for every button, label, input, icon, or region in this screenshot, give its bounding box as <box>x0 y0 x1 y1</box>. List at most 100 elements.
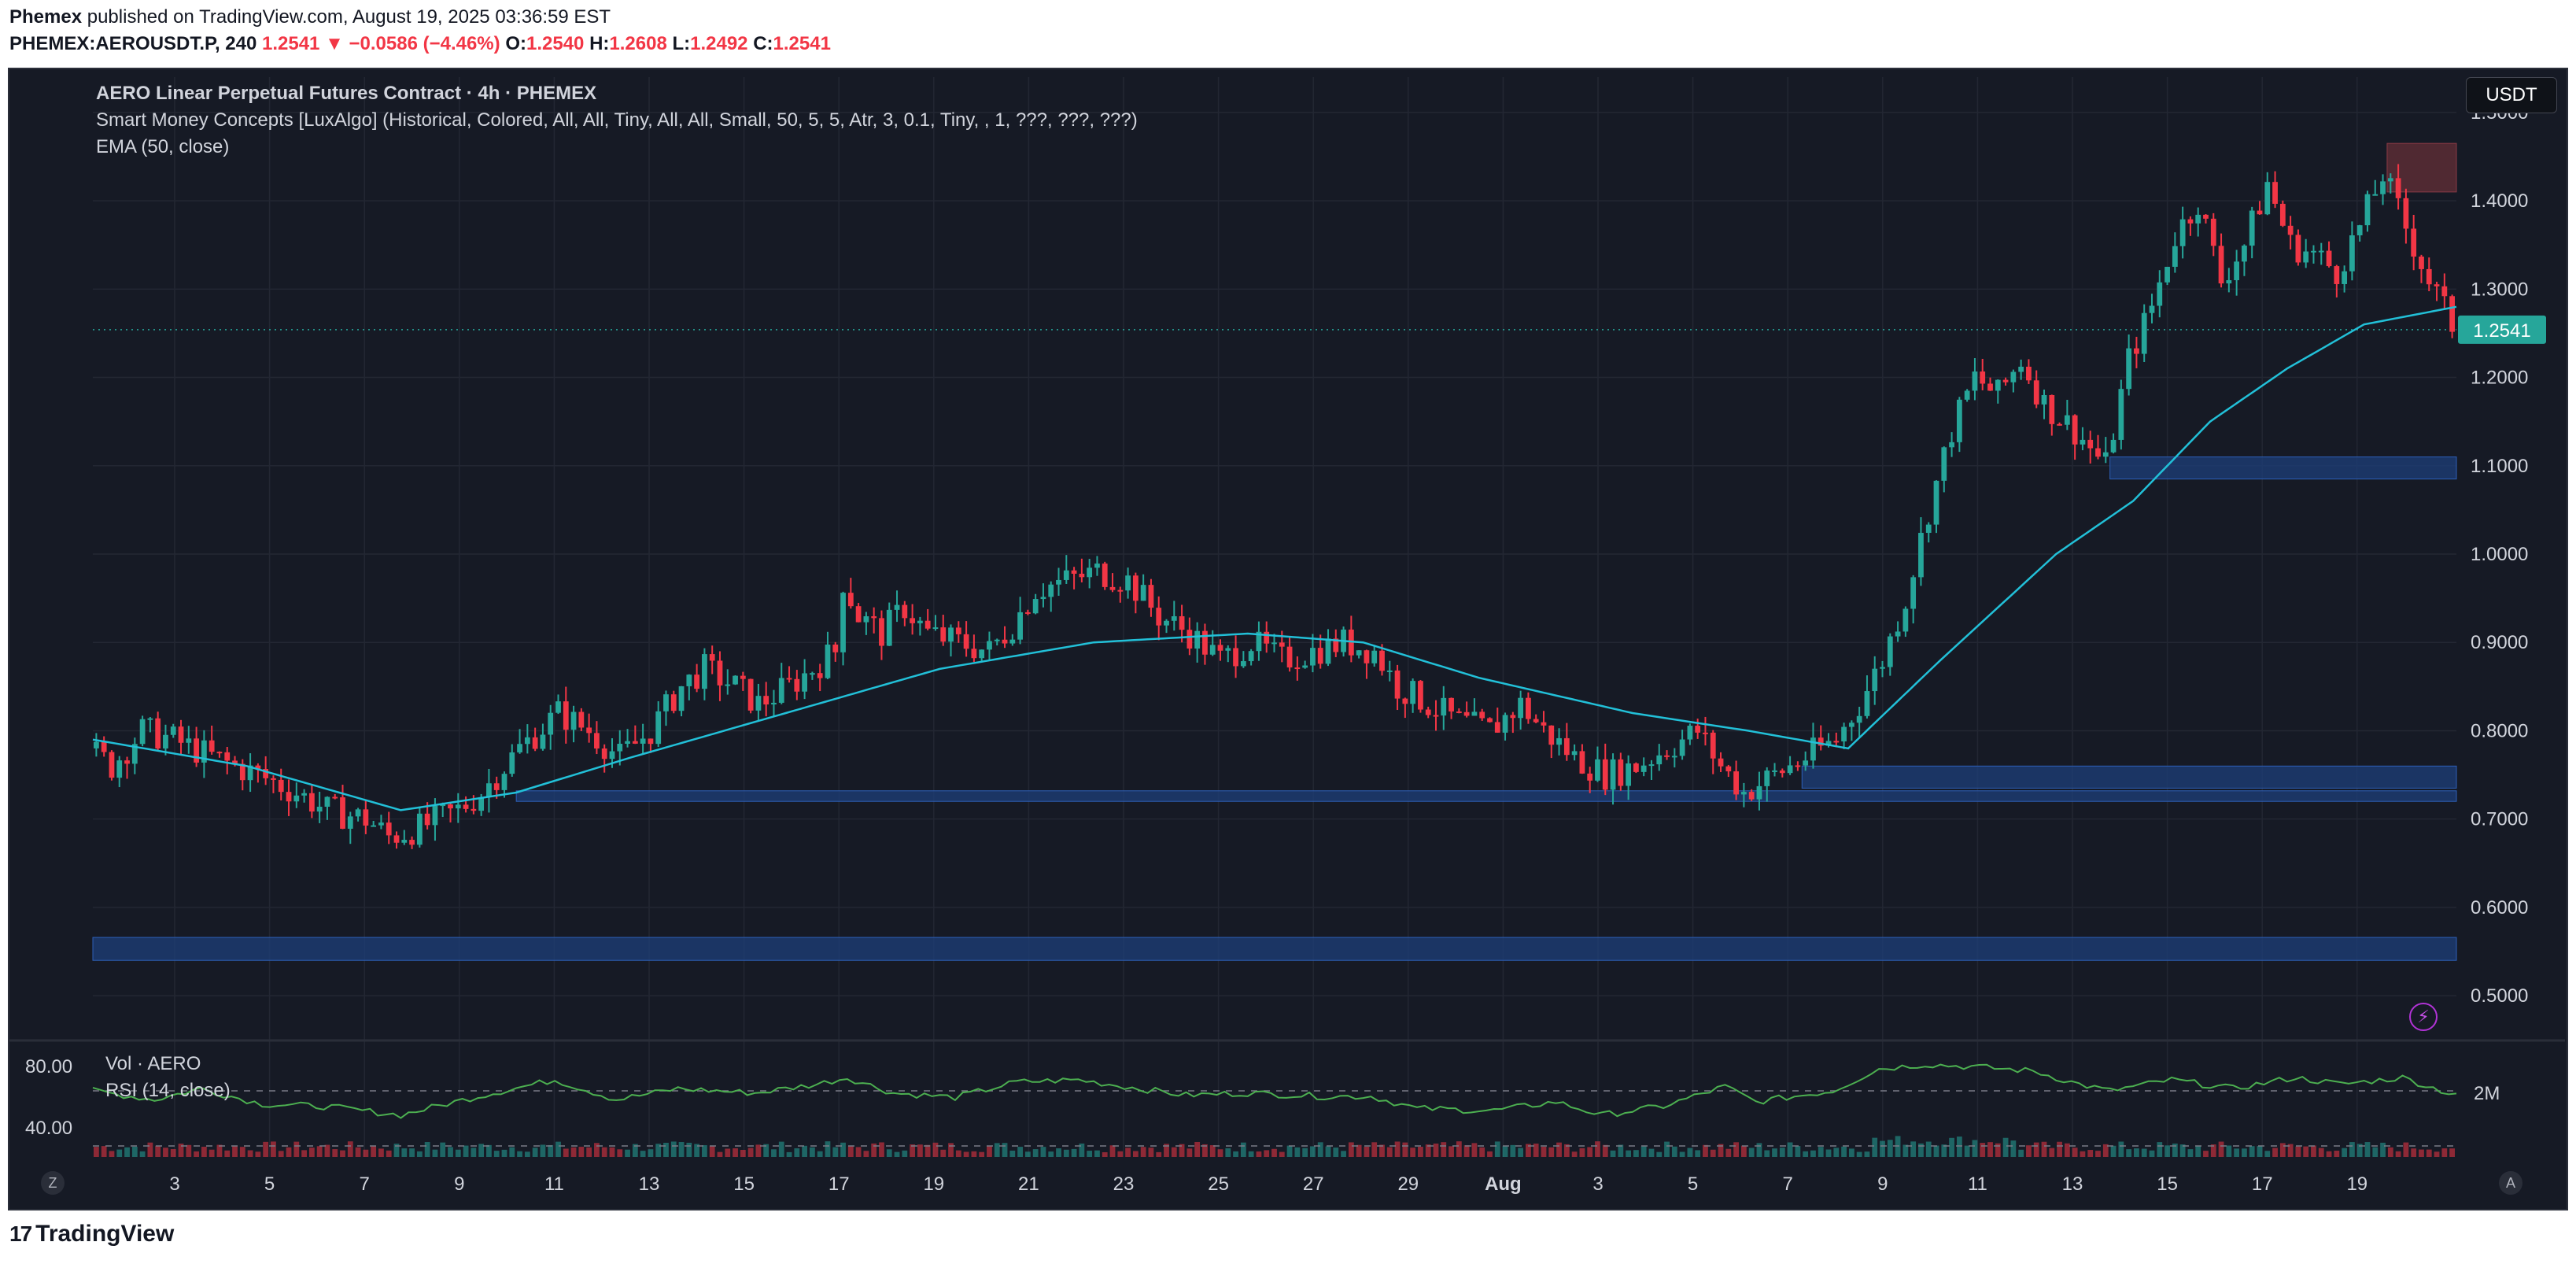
volume-bar <box>347 1141 353 1157</box>
candle-body <box>2349 235 2355 272</box>
candle-body <box>1487 718 1493 723</box>
candle-body <box>594 733 600 749</box>
volume-bar <box>1063 1149 1069 1157</box>
volume-bar <box>1017 1147 1023 1157</box>
tradingview-logo[interactable]: 17 TradingView <box>9 1218 174 1250</box>
volume-bar <box>170 1149 176 1157</box>
candle-body <box>863 616 869 623</box>
legend-title: AERO Linear Perpetual Futures Contract ·… <box>96 83 597 104</box>
candle-body <box>1102 564 1108 587</box>
volume-bar <box>1240 1142 1246 1157</box>
candle-body <box>1841 726 1847 742</box>
candle-body <box>771 702 777 705</box>
candle-body <box>1425 709 1431 715</box>
price-chart[interactable]: 1.50001.40001.30001.20001.10001.00000.90… <box>0 0 2576 1264</box>
volume-bar <box>2295 1146 2301 1157</box>
lightning-icon[interactable]: ⚡ <box>2409 1003 2438 1031</box>
volume-bar <box>1394 1141 1401 1157</box>
candle-body <box>1310 648 1316 666</box>
time-tick-label: 7 <box>1783 1173 1793 1195</box>
candle-body <box>1171 615 1177 621</box>
volume-bar <box>517 1151 522 1157</box>
candle-body <box>463 804 469 809</box>
candle-body <box>886 609 892 646</box>
volume-bar <box>2072 1148 2078 1157</box>
volume-bar <box>1910 1141 1917 1157</box>
candle-body <box>1556 737 1562 745</box>
volume-bar <box>2349 1142 2355 1157</box>
volume-bar <box>1479 1147 1485 1157</box>
candle-body <box>2141 312 2147 354</box>
candle-body <box>2441 286 2448 297</box>
demand-zone <box>1801 765 2457 789</box>
volume-bar <box>1002 1143 1008 1157</box>
candle-body <box>116 760 123 778</box>
candle-body <box>486 783 492 797</box>
volume-bar <box>2018 1149 2024 1157</box>
candle-body <box>2411 228 2417 257</box>
volume-bar <box>2326 1151 2332 1157</box>
volume-bar <box>371 1146 377 1157</box>
candle-body <box>786 678 792 680</box>
volume-bar <box>778 1141 784 1157</box>
candle-body <box>2026 366 2032 381</box>
candle-body <box>1910 577 1917 609</box>
auto-scale-button[interactable]: A <box>2499 1171 2522 1195</box>
demand-zone <box>515 790 2457 802</box>
candle-body <box>1402 698 1408 704</box>
volume-bar <box>1441 1142 1447 1157</box>
volume-bar <box>924 1144 931 1157</box>
time-tick-label: 11 <box>1968 1173 1987 1195</box>
volume-bar <box>1217 1149 1223 1157</box>
volume-bar <box>594 1143 600 1157</box>
candle-body <box>2195 214 2201 224</box>
candle-body <box>1710 732 1716 759</box>
candle-body <box>1563 737 1570 756</box>
candle-body <box>1056 579 1061 585</box>
candle-body <box>271 778 276 780</box>
volume-bar <box>416 1151 423 1157</box>
candle-body <box>1271 642 1277 645</box>
volume-bar <box>1209 1145 1216 1157</box>
candle-body <box>209 740 215 752</box>
volume-bar <box>640 1151 646 1157</box>
volume-bar <box>471 1148 477 1157</box>
candle-body <box>971 649 977 659</box>
volume-bar <box>286 1147 292 1157</box>
candle-body <box>1479 711 1485 719</box>
candle-body <box>1864 691 1870 716</box>
candle-body <box>2172 246 2178 267</box>
volume-bar <box>740 1149 746 1157</box>
candle-body <box>1610 759 1616 790</box>
volume-bar <box>486 1144 492 1157</box>
currency-button[interactable]: USDT <box>2466 77 2557 113</box>
volume-bar <box>786 1151 792 1157</box>
volume-legend: Vol · AERO <box>105 1053 201 1074</box>
candle-body <box>1748 792 1755 800</box>
candle-body <box>1895 631 1901 637</box>
volume-bar <box>1556 1142 1562 1157</box>
volume-bar <box>232 1146 238 1157</box>
candle-body <box>301 793 307 796</box>
candle-body <box>2033 380 2039 405</box>
candle-body <box>1356 650 1362 656</box>
volume-bar <box>1094 1150 1100 1157</box>
candle-body <box>286 792 292 802</box>
volume-bar <box>1379 1144 1385 1157</box>
volume-bar <box>1024 1151 1031 1157</box>
candle-body <box>2218 246 2224 284</box>
timezone-button[interactable]: Z <box>41 1171 65 1195</box>
time-tick-label: Aug <box>1485 1173 1522 1195</box>
candle-body <box>424 813 430 826</box>
candle-body <box>840 593 846 652</box>
candle-body <box>1595 759 1600 781</box>
candle-body <box>1626 763 1632 786</box>
candle-body <box>1294 667 1301 670</box>
candle-body <box>817 673 823 678</box>
volume-bar <box>355 1147 361 1157</box>
candle-body <box>1779 770 1785 774</box>
volume-bar <box>917 1144 923 1157</box>
volume-bar <box>1109 1145 1116 1157</box>
candle-body <box>855 606 862 623</box>
tradingview-mark-icon: 17 <box>9 1221 32 1246</box>
